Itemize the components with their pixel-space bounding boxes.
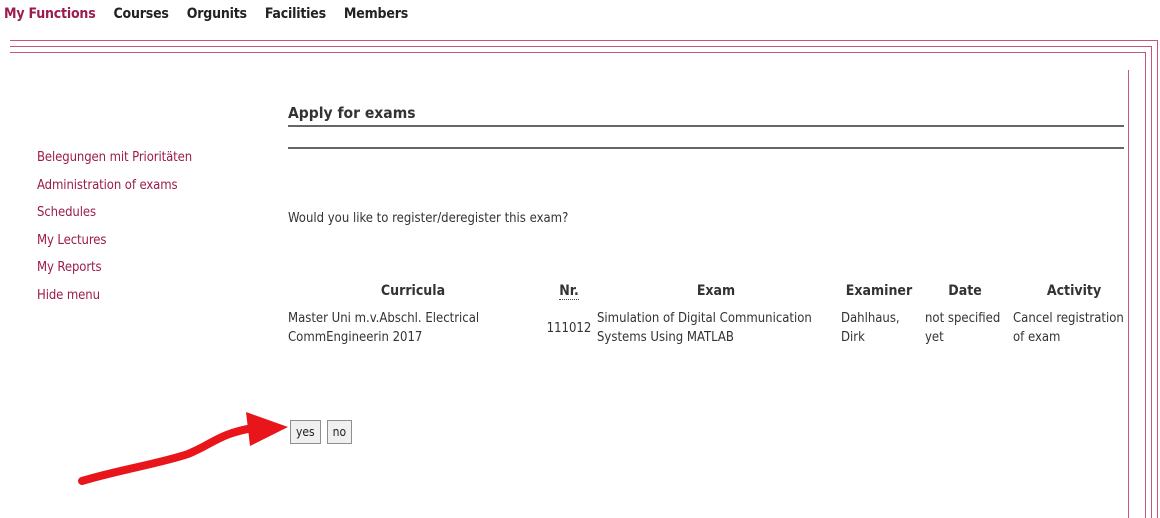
cell-exam: Simulation of Digital Communication Syst… <box>597 311 812 345</box>
red-arrow-annotation-icon <box>78 412 288 485</box>
frame-line <box>1145 52 1146 518</box>
exam-table: Curricula Nr. Exam Examiner Date Activit… <box>283 283 1139 347</box>
sidebar-item-administration-of-exams[interactable]: Administration of exams <box>37 172 192 200</box>
nav-my-functions[interactable]: My Functions <box>4 6 96 28</box>
column-header-nr-label[interactable]: Nr. <box>559 283 579 300</box>
cell-activity: Cancel registration of exam <box>1013 311 1124 345</box>
sidebar-item-hide-menu[interactable]: Hide menu <box>37 282 192 310</box>
column-header-curricula: Curricula <box>380 283 446 299</box>
column-header-date: Date <box>948 283 982 299</box>
nav-members[interactable]: Members <box>344 6 408 28</box>
cell-date: not specified yet <box>925 311 1001 345</box>
nav-orgunits[interactable]: Orgunits <box>187 6 247 28</box>
sidebar-item-my-lectures[interactable]: My Lectures <box>37 227 192 255</box>
column-header-examiner: Examiner <box>845 283 913 299</box>
cell-nr: 111012 <box>546 320 592 336</box>
confirmation-question: Would you like to register/deregister th… <box>288 211 569 226</box>
nav-courses[interactable]: Courses <box>114 6 169 28</box>
sidebar-menu: Belegungen mit Prioritäten Administratio… <box>37 144 192 310</box>
cell-examiner: Dahlhaus, Dirk <box>841 311 900 345</box>
frame-line <box>10 46 1151 47</box>
sidebar-item-schedules[interactable]: Schedules <box>37 199 192 227</box>
divider <box>288 147 1124 149</box>
confirmation-buttons: yes no <box>290 420 353 444</box>
top-navigation: My Functions Courses Orgunits Facilities… <box>0 6 426 28</box>
frame-line <box>1151 46 1152 518</box>
no-button[interactable]: no <box>326 420 353 444</box>
cell-curricula: Master Uni m.v.Abschl. Electrical CommEn… <box>288 311 480 345</box>
table-header-row: Curricula Nr. Exam Examiner Date Activit… <box>283 283 1139 309</box>
sidebar-item-belegungen[interactable]: Belegungen mit Prioritäten <box>37 144 192 172</box>
frame-line <box>1157 40 1158 518</box>
yes-button[interactable]: yes <box>290 420 321 444</box>
sidebar-item-my-reports[interactable]: My Reports <box>37 254 192 282</box>
column-header-nr[interactable]: Nr. <box>543 283 595 309</box>
frame-line <box>10 52 1145 53</box>
column-header-exam: Exam <box>696 283 736 299</box>
column-header-activity: Activity <box>1046 283 1102 299</box>
divider <box>288 125 1124 127</box>
table-row: Master Uni m.v.Abschl. Electrical CommEn… <box>283 309 1139 347</box>
page-title: Apply for exams <box>288 104 416 122</box>
frame-line <box>10 40 1157 41</box>
nav-facilities[interactable]: Facilities <box>265 6 326 28</box>
